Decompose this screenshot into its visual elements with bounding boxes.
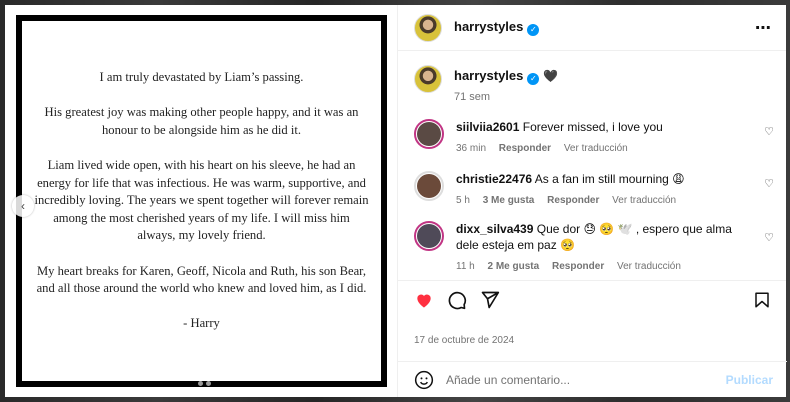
reply-button[interactable]: Responder	[547, 195, 599, 206]
comment-like-icon[interactable]: ♡	[764, 125, 774, 138]
commenter-avatar[interactable]	[414, 221, 444, 251]
letter-paragraph-4: My heart breaks for Karen, Geoff, Nicola…	[36, 263, 367, 296]
comment-2: christie22476 As a fan im still mourning…	[414, 171, 776, 209]
letter-paragraph-3: Liam lived wide open, with his heart on …	[34, 157, 369, 243]
comment-time: 5 h	[456, 195, 470, 206]
comment-input[interactable]: Añade un comentario...	[446, 373, 726, 387]
comment-text: As a fan im still mourning 😩	[534, 172, 685, 186]
caption: harrystyles ✓ 🖤 71 sem	[414, 65, 558, 103]
caption-avatar[interactable]	[414, 65, 442, 93]
verified-icon: ✓	[527, 24, 540, 36]
see-translation-link[interactable]: Ver traducción	[564, 143, 628, 154]
post-media: I am truly devastated by Liam’s passing.…	[5, 5, 397, 397]
add-comment-bar: Añade un comentario... Publicar	[398, 361, 787, 397]
more-options-icon[interactable]: ⋯	[755, 18, 772, 38]
caption-username[interactable]: harrystyles ✓ 🖤	[454, 68, 559, 85]
publish-button[interactable]: Publicar	[726, 373, 773, 387]
post-date: 17 de octubre de 2024	[414, 335, 515, 346]
bookmark-icon[interactable]	[753, 290, 771, 310]
see-translation-link[interactable]: Ver traducción	[617, 261, 681, 272]
caption-time: 71 sem	[454, 91, 491, 103]
carousel-dots	[198, 381, 211, 386]
post-header: harrystyles ✓ ⋯	[398, 5, 786, 51]
letter-paragraph-2: His greatest joy was making other people…	[44, 105, 359, 137]
emoji-icon[interactable]	[414, 370, 434, 390]
letter-signature: - Harry	[183, 316, 220, 331]
post-panel: harrystyles ✓ ⋯ harrystyles ✓ 🖤 71 sem siil…	[397, 5, 787, 397]
comment-time: 11 h	[456, 261, 475, 272]
author-username[interactable]: harrystyles ✓	[454, 19, 540, 36]
letter-paragraph-1: I am truly devastated by Liam’s passing.	[99, 70, 304, 84]
comment-1: siilviia2601 Forever missed, i love you …	[414, 119, 776, 157]
comment-icon[interactable]	[447, 290, 467, 310]
see-translation-link[interactable]: Ver traducción	[612, 195, 676, 206]
post-actions	[398, 281, 787, 319]
comment-username[interactable]: siilviia2601	[456, 120, 519, 134]
comment-text: Forever missed, i love you	[522, 120, 663, 134]
comment-3: dixx_silva439 Que dor 😓 🥺 🕊️ , espero qu…	[414, 221, 776, 275]
comment-likes-count[interactable]: 3 Me gusta	[483, 195, 535, 206]
comment-likes-count[interactable]: 2 Me gusta	[488, 261, 540, 272]
comment-like-icon[interactable]: ♡	[764, 177, 774, 190]
previous-image-button[interactable]: ‹	[12, 195, 34, 217]
post-modal: I am truly devastated by Liam’s passing.…	[5, 5, 787, 397]
comment-username[interactable]: dixx_silva439	[456, 222, 533, 236]
reply-button[interactable]: Responder	[499, 143, 551, 154]
like-heart-icon[interactable]	[414, 290, 434, 310]
letter-image: I am truly devastated by Liam’s passing.…	[16, 15, 387, 387]
comment-time: 36 min	[456, 143, 487, 154]
share-icon[interactable]	[480, 290, 500, 310]
commenter-avatar[interactable]	[414, 171, 444, 201]
verified-icon: ✓	[527, 73, 540, 85]
chevron-left-icon: ‹	[21, 199, 25, 213]
comment-username[interactable]: christie22476	[456, 172, 532, 186]
comment-like-icon[interactable]: ♡	[764, 231, 774, 244]
author-avatar[interactable]	[414, 13, 442, 42]
reply-button[interactable]: Responder	[552, 261, 604, 272]
black-heart-icon: 🖤	[543, 69, 559, 83]
commenter-avatar[interactable]	[414, 119, 444, 149]
